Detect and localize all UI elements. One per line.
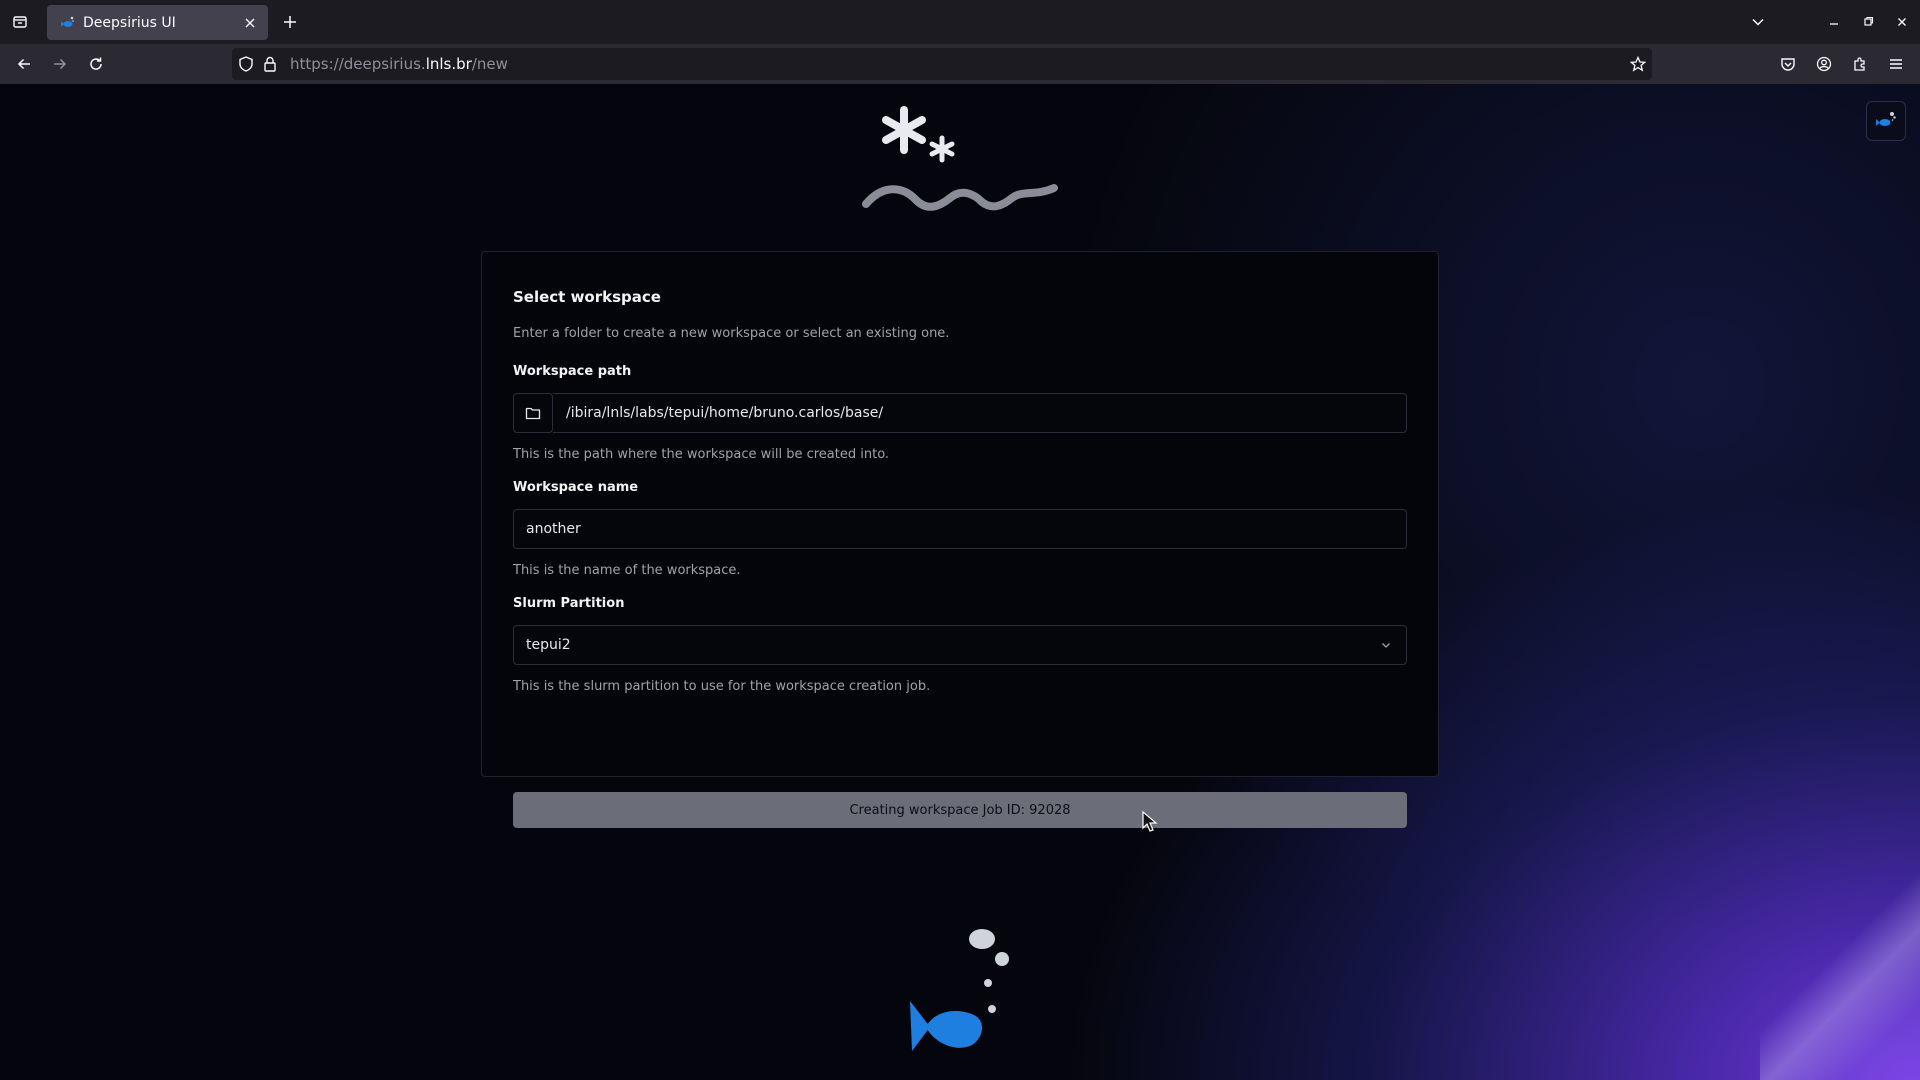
browse-folder-button[interactable] [513,393,553,433]
bookmark-star-icon[interactable] [1630,56,1646,72]
create-workspace-button[interactable]: Creating workspace Job ID: 92028 [513,792,1407,828]
slurm-partition-label: Slurm Partition [513,596,625,611]
url-path: /new [471,55,508,73]
browser-tab-active[interactable]: Deepsirius UI [47,5,268,40]
mouse-cursor-icon [1142,811,1158,832]
deepsirius-logo-icon [862,106,1058,211]
folder-icon [525,407,541,420]
slurm-partition-select[interactable]: tepui2 [513,625,1407,665]
fish-favicon-icon [59,15,75,31]
browser-nav-bar: https://deepsirius.lnls.br/new [0,44,1920,84]
page-content: Select workspace Enter a folder to creat… [0,84,1920,1080]
shield-icon[interactable] [238,56,254,72]
background-glow [1760,860,1920,1080]
pocket-icon[interactable] [1777,53,1799,75]
workspace-path-help: This is the path where the workspace wil… [513,447,890,462]
workspace-path-input[interactable] [553,393,1407,433]
url-host: lnls.br [425,55,472,73]
minimize-window-icon[interactable] [1824,12,1844,32]
url-prefix: https://deepsirius. [290,55,426,73]
close-tab-icon[interactable] [242,15,258,31]
chevron-down-icon [1378,637,1394,653]
fish-logo-icon [1876,112,1896,126]
workspace-path-label: Workspace path [513,364,632,379]
forward-arrow-icon[interactable] [46,50,74,78]
tab-list-icon[interactable] [6,8,34,36]
workspace-card: Select workspace Enter a folder to creat… [481,251,1439,828]
card-description: Enter a folder to create a new workspace… [513,326,950,341]
reload-icon[interactable] [82,50,110,78]
extensions-icon[interactable] [1849,53,1871,75]
workspace-name-input[interactable] [513,509,1407,549]
menu-hamburger-icon[interactable] [1885,53,1907,75]
workspace-name-label: Workspace name [513,480,639,495]
workspace-name-help: This is the name of the workspace. [513,563,741,578]
new-tab-icon[interactable] [276,8,304,36]
slurm-partition-value: tepui2 [526,637,571,653]
fish-mascot-icon [910,929,1009,1051]
url-text: https://deepsirius.lnls.br/new [290,55,508,73]
close-window-icon[interactable] [1892,12,1912,32]
lock-icon[interactable] [262,56,278,72]
address-bar[interactable]: https://deepsirius.lnls.br/new [232,48,1652,80]
app-corner-button[interactable] [1866,101,1906,141]
card-title: Select workspace [513,288,661,306]
back-arrow-icon[interactable] [10,50,38,78]
slurm-partition-help: This is the slurm partition to use for t… [513,679,931,694]
account-icon[interactable] [1813,53,1835,75]
restore-window-icon[interactable] [1858,12,1878,32]
tab-title: Deepsirius UI [83,14,176,31]
list-all-tabs-icon[interactable] [1744,8,1772,36]
workspace-path-row [513,393,1407,433]
browser-tab-bar: Deepsirius UI [0,0,1920,44]
